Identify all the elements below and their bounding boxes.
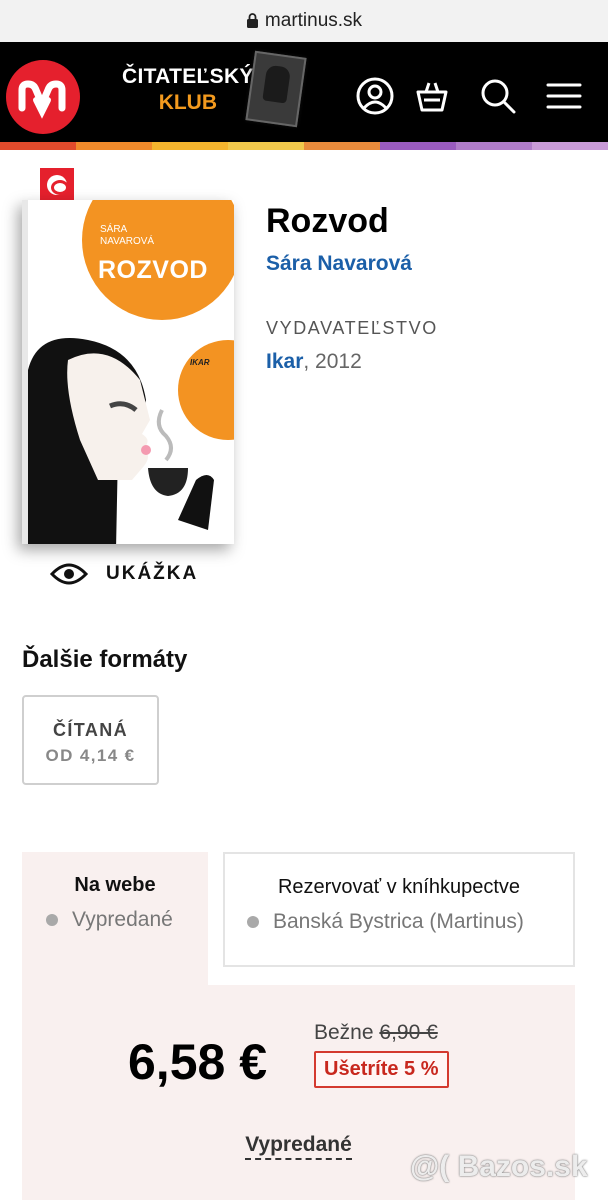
site-header: ČITATEĽSKÝ KLUB (0, 42, 608, 142)
lock-icon (246, 12, 258, 28)
cover-title: ROZVOD (98, 256, 208, 284)
stripe-segment (380, 142, 456, 150)
stripe-segment (0, 142, 76, 150)
reader-club-link[interactable]: ČITATEĽSKÝ KLUB (122, 64, 254, 116)
publisher-link[interactable]: Ikar (266, 350, 303, 373)
publisher-label: VYDAVATEĽSTVO (266, 318, 438, 338)
discount-badge: Ušetríte 5 % (314, 1051, 449, 1088)
soldout-label: Vypredané (245, 1133, 352, 1160)
publisher-line: Ikar, 2012 (266, 350, 362, 374)
basket-icon[interactable] (412, 76, 452, 116)
search-icon[interactable] (478, 76, 518, 116)
tab-store-title: Rezervovať v kníhkupectve (277, 876, 521, 898)
format-label: ČÍTANÁ (52, 720, 129, 740)
tab-web[interactable]: Na webe Vypredané (22, 852, 208, 992)
regular-price: Bežne 6,90 € (314, 1021, 438, 1045)
url-text: martinus.sk (264, 10, 363, 31)
stripe-segment (304, 142, 380, 150)
preview-label: UKÁŽKA (106, 563, 199, 584)
account-icon[interactable] (355, 76, 395, 116)
publish-year: , 2012 (303, 350, 362, 373)
eye-icon (50, 563, 88, 585)
current-price: 6,58 € (128, 1034, 268, 1090)
web-status-text: Vypredané (72, 908, 173, 931)
url-bar[interactable]: martinus.sk (0, 0, 608, 42)
status-dot-icon (46, 914, 58, 926)
status-dot-icon (247, 916, 259, 928)
tab-store-reserve[interactable]: Rezervovať v kníhkupectve Banská Bystric… (223, 852, 575, 967)
stripe-segment (456, 142, 532, 150)
logo-icon[interactable] (6, 60, 80, 134)
cover-illustration (28, 338, 214, 544)
stripe-segment (152, 142, 228, 150)
regular-label: Bežne (314, 1021, 380, 1044)
book-cover[interactable]: SÁRA NAVAROVÁ ROZVOD IKAR (22, 200, 234, 544)
format-price: OD 4,14 € (45, 746, 136, 765)
club-line-2: KLUB (158, 91, 218, 114)
format-audiobook-button[interactable]: ČÍTANÁ OD 4,14 € (22, 695, 159, 785)
tab-web-status: Vypredané (46, 908, 173, 932)
watermark: @( Bazos.sk (410, 1150, 588, 1183)
tab-web-title: Na webe (74, 874, 156, 896)
stripe-segment (532, 142, 608, 150)
book-title: Rozvod (266, 202, 389, 240)
store-status-text: Banská Bystrica (Martinus) (273, 910, 524, 933)
martinus-badge-icon (40, 168, 74, 202)
old-price: 6,90 € (379, 1021, 438, 1044)
preview-button[interactable]: UKÁŽKA (50, 562, 198, 586)
author-link[interactable]: Sára Navarová (266, 252, 412, 276)
cover-author: SÁRA NAVAROVÁ (100, 224, 155, 247)
tab-store-status: Banská Bystrica (Martinus) (247, 910, 524, 934)
club-book-image (245, 50, 307, 128)
formats-heading: Ďalšie formáty (22, 646, 188, 673)
stripe-segment (76, 142, 152, 150)
color-stripe (0, 142, 608, 150)
stripe-segment (228, 142, 304, 150)
club-line-1: ČITATEĽSKÝ (122, 65, 254, 88)
menu-icon[interactable] (544, 76, 584, 116)
